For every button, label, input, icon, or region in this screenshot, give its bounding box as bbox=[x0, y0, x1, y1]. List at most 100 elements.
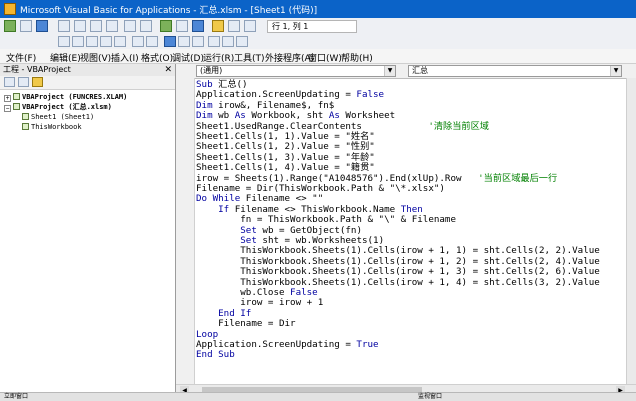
margin-indicator-bar[interactable] bbox=[176, 78, 195, 384]
expand-icon[interactable]: + bbox=[4, 95, 11, 102]
code-keyword: True bbox=[356, 339, 379, 350]
previous-bookmark-icon[interactable] bbox=[236, 36, 248, 47]
procedure-dropdown[interactable]: 汇总 ▼ bbox=[408, 65, 622, 77]
paste-icon[interactable] bbox=[90, 20, 102, 32]
indent-icon[interactable] bbox=[132, 36, 144, 47]
toggle-bookmark-icon[interactable] bbox=[208, 36, 220, 47]
code-keyword: Do While bbox=[196, 193, 246, 205]
list-properties-icon[interactable] bbox=[58, 36, 70, 47]
view-excel-icon[interactable] bbox=[4, 20, 16, 32]
menu-edit[interactable]: 编辑(E) bbox=[50, 51, 81, 64]
reset-icon[interactable] bbox=[192, 20, 204, 32]
undo-icon[interactable] bbox=[124, 20, 136, 32]
complete-word-icon[interactable] bbox=[114, 36, 126, 47]
vertical-scrollbar[interactable] bbox=[626, 78, 636, 384]
worksheet-icon bbox=[22, 113, 29, 120]
code-text: irow = irow + 1 bbox=[196, 297, 324, 309]
toggle-breakpoint-icon[interactable] bbox=[164, 36, 176, 47]
project-explorer-icon[interactable] bbox=[228, 20, 240, 32]
design-mode-icon[interactable] bbox=[212, 20, 224, 32]
code-keyword: False bbox=[356, 89, 385, 101]
menu-help[interactable]: 帮助(H) bbox=[341, 51, 373, 64]
standard-toolbar: 行 1, 列 1 bbox=[0, 18, 636, 36]
code-line[interactable]: End Sub bbox=[196, 350, 235, 360]
tree-node-funcres[interactable]: + VBAProject (FUNCRES.XLAM) bbox=[4, 93, 127, 102]
view-code-icon[interactable] bbox=[4, 77, 15, 87]
code-editor[interactable]: Sub 汇总() Application.ScreenUpdating = Fal… bbox=[196, 79, 626, 384]
cut-icon[interactable] bbox=[58, 20, 70, 32]
chevron-down-icon[interactable]: ▼ bbox=[384, 66, 395, 76]
code-text: Application.ScreenUpdating = bbox=[196, 89, 357, 101]
code-text: irow&, Filename$, fn$ bbox=[218, 99, 335, 111]
insert-module-icon[interactable] bbox=[20, 20, 32, 32]
code-text: ThisWorkbook.Sheets(1).Cells(irow + 1, 3… bbox=[196, 266, 600, 278]
menu-format[interactable]: 格式(O) bbox=[141, 51, 173, 64]
chevron-down-icon[interactable]: ▼ bbox=[610, 66, 621, 76]
code-text: 汇总() bbox=[218, 79, 248, 90]
run-icon[interactable] bbox=[160, 20, 172, 32]
break-icon[interactable] bbox=[176, 20, 188, 32]
save-icon[interactable] bbox=[36, 20, 48, 32]
collapse-icon[interactable]: − bbox=[4, 105, 11, 112]
tree-node-thisworkbook[interactable]: ThisWorkbook bbox=[22, 123, 82, 132]
find-icon[interactable] bbox=[106, 20, 118, 32]
code-text: Application.ScreenUpdating = bbox=[196, 339, 357, 350]
code-text: ThisWorkbook.Sheets(1).Cells(irow + 1, 4… bbox=[196, 276, 600, 288]
code-text: ThisWorkbook.Sheets(1).Cells(irow + 1, 2… bbox=[196, 255, 600, 267]
code-keyword: Set bbox=[240, 224, 263, 236]
cursor-position: 行 1, 列 1 bbox=[267, 20, 357, 33]
tree-node-huizong[interactable]: − VBAProject (汇总.xlsm) bbox=[4, 103, 112, 112]
menu-debug[interactable]: 调试(D) bbox=[172, 51, 204, 64]
list-constants-icon[interactable] bbox=[72, 36, 84, 47]
toggle-folders-icon[interactable] bbox=[32, 77, 43, 87]
menu-insert[interactable]: 插入(I) bbox=[111, 51, 139, 64]
comment-block-icon[interactable] bbox=[178, 36, 190, 47]
menu-tools[interactable]: 工具(T) bbox=[234, 51, 265, 64]
menu-run[interactable]: 运行(R) bbox=[203, 51, 234, 64]
redo-icon[interactable] bbox=[140, 20, 152, 32]
project-explorer: 工程 - VBAProject ✕ + VBAProject (FUNCRES.X… bbox=[0, 64, 176, 400]
menu-addins[interactable]: 外接程序(A) bbox=[265, 51, 314, 64]
menu-bar: 文件(F) 编辑(E) 视图(V) 插入(I) 格式(O) 调试(D) 运行(R… bbox=[0, 49, 636, 64]
close-icon[interactable]: ✕ bbox=[164, 64, 172, 76]
code-text: Sheet1.UsedRange.ClearContents bbox=[196, 120, 429, 132]
next-bookmark-icon[interactable] bbox=[222, 36, 234, 47]
code-keyword: End Sub bbox=[196, 349, 235, 361]
code-keyword: If bbox=[218, 203, 235, 215]
edit-toolbar bbox=[0, 35, 636, 50]
object-dropdown[interactable]: (通用) ▼ bbox=[196, 65, 396, 77]
code-text: Filename <> "" bbox=[245, 193, 324, 205]
menu-file[interactable]: 文件(F) bbox=[6, 51, 36, 64]
code-comment: '清除当前区域 bbox=[428, 120, 489, 132]
code-keyword: False bbox=[290, 287, 318, 298]
outdent-icon[interactable] bbox=[146, 36, 158, 47]
code-text: wb = GetObject(fn) bbox=[262, 224, 362, 236]
code-keyword: As bbox=[328, 110, 346, 122]
help-icon[interactable] bbox=[244, 20, 256, 32]
menu-view[interactable]: 视图(V) bbox=[80, 51, 111, 64]
code-text: wb.Close bbox=[196, 287, 291, 298]
code-keyword: Dim bbox=[196, 99, 219, 111]
code-text: Workbook, sht bbox=[251, 110, 329, 122]
tree-node-sheet1[interactable]: Sheet1 (Sheet1) bbox=[22, 113, 94, 122]
code-text: Worksheet bbox=[345, 110, 396, 122]
project-tree: + VBAProject (FUNCRES.XLAM) − VBAProject (… bbox=[0, 90, 175, 390]
code-text: fn = ThisWorkbook.Path & "\" & Filename bbox=[196, 214, 456, 226]
view-object-icon[interactable] bbox=[18, 77, 29, 87]
copy-icon[interactable] bbox=[74, 20, 86, 32]
code-text: irow = Sheets(1).Range("A1048576").End(x… bbox=[196, 172, 479, 184]
parameter-info-icon[interactable] bbox=[100, 36, 112, 47]
quick-info-icon[interactable] bbox=[86, 36, 98, 47]
window-title: Microsoft Visual Basic for Applications … bbox=[20, 6, 318, 16]
code-text: Filename = Dir bbox=[196, 318, 296, 330]
project-explorer-toolbar bbox=[0, 76, 175, 90]
uncomment-block-icon[interactable] bbox=[192, 36, 204, 47]
code-text: Filename = Dir(ThisWorkbook.Path & "\*.x… bbox=[196, 183, 445, 194]
vba-project-icon bbox=[13, 93, 20, 100]
code-keyword: Loop bbox=[196, 328, 219, 340]
menu-window[interactable]: 窗口(W) bbox=[308, 51, 342, 64]
code-text: Sheet1.Cells(1, 4).Value = "籍贯" bbox=[196, 162, 375, 174]
